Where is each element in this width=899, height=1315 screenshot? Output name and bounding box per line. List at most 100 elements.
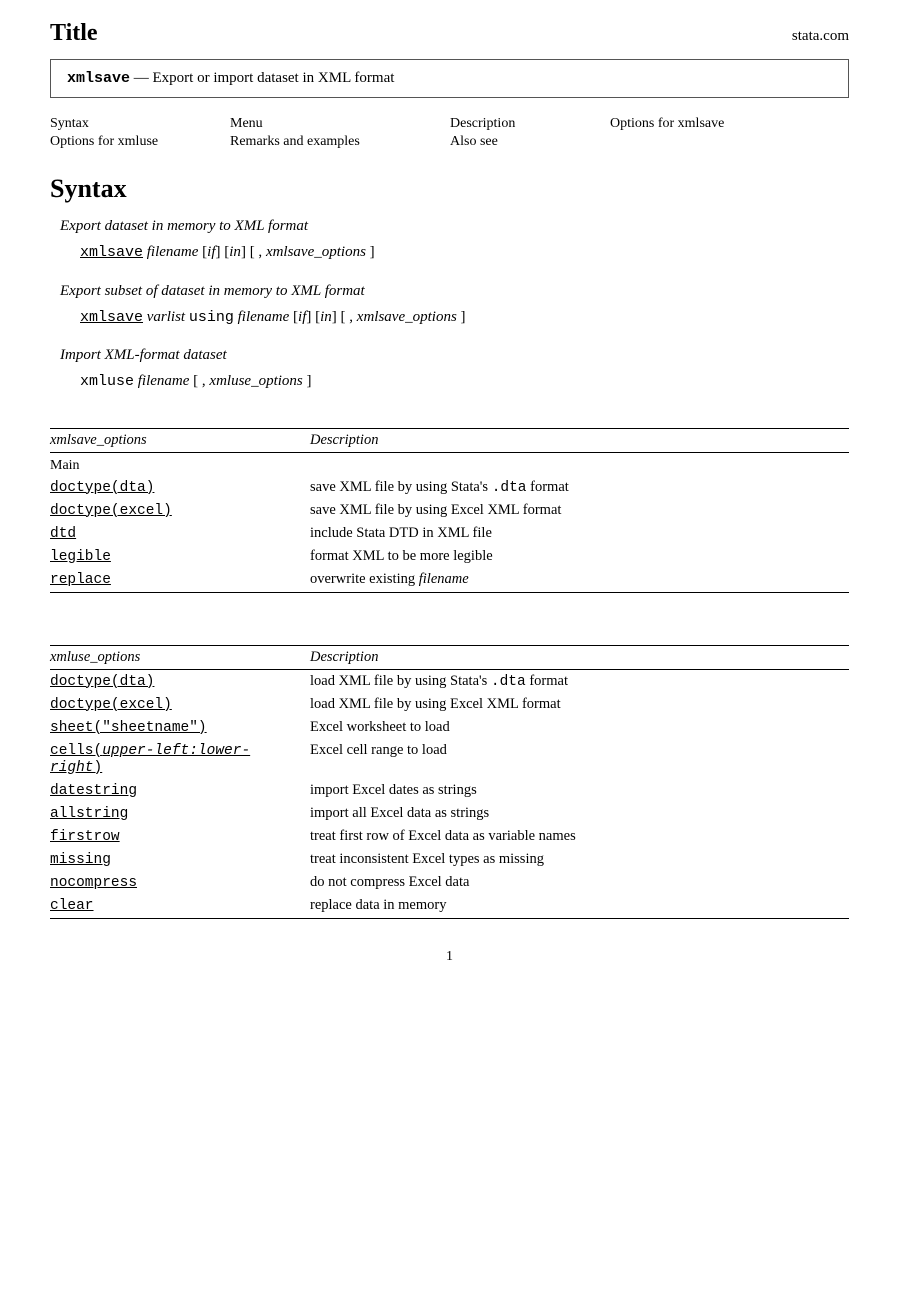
section-heading-syntax: Syntax xyxy=(50,174,849,204)
nav-syntax[interactable]: Syntax xyxy=(50,116,230,132)
nav-also-see[interactable]: Also see xyxy=(450,134,610,150)
xmluse-option-2: doctype(excel) xyxy=(50,693,310,716)
xmlsave-option-2: doctype(excel) xyxy=(50,499,310,522)
xmlsave-desc-4: format XML to be more legible xyxy=(310,545,849,568)
xmluse-desc-5: import Excel dates as strings xyxy=(310,779,849,802)
xmlsave-options-table: xmlsave_options Description Main doctype… xyxy=(50,428,849,593)
using-2: using xyxy=(189,309,234,326)
xmluse-option-4: cells(upper-left:lower-right) xyxy=(50,739,310,779)
nav-remarks[interactable]: Remarks and examples xyxy=(230,134,450,150)
xmluse-desc-6: import all Excel data as strings xyxy=(310,802,849,825)
bracket-close-3: ] xyxy=(307,373,312,389)
xmlsave-row-1: doctype(dta) save XML file by using Stat… xyxy=(50,476,849,499)
xmluse-option-10: clear xyxy=(50,894,310,919)
xmluse-desc-4: Excel cell range to load xyxy=(310,739,849,779)
xmluse-option-8: missing xyxy=(50,848,310,871)
xmluse-desc-7: treat first row of Excel data as variabl… xyxy=(310,825,849,848)
in-1: in xyxy=(229,244,241,260)
bracket-comma-3: [ , xyxy=(193,373,209,389)
in-2: in xyxy=(320,309,332,325)
page-header: Title stata.com xyxy=(50,20,849,47)
syntax-line-1: xmlsave filename [if] [in] [ , xmlsave_o… xyxy=(80,241,849,265)
comma-2: [ , xyxy=(341,309,357,325)
nav-options-xmluse[interactable]: Options for xmluse xyxy=(50,134,230,150)
xmluse-col2-header: Description xyxy=(310,645,849,669)
bracket-if-1-close: ] xyxy=(216,244,221,260)
xmlsave-section-label: Main xyxy=(50,452,310,476)
syntax-label-1: Export dataset in memory to XML format xyxy=(60,218,849,235)
bracket-if-2-close: ] xyxy=(306,309,311,325)
command-name: xmlsave xyxy=(67,70,130,87)
xmluse-option-3: sheet("sheetname") xyxy=(50,716,310,739)
xmlsave-option-1: doctype(dta) xyxy=(50,476,310,499)
xmluse-options-table: xmluse_options Description doctype(dta) … xyxy=(50,645,849,919)
nav-links: Syntax Menu Description Options for xmls… xyxy=(50,116,849,150)
xmluse-desc-1: load XML file by using Stata's .dta form… xyxy=(310,669,849,693)
xmlsave-desc-5: overwrite existing filename xyxy=(310,568,849,593)
spacer-1 xyxy=(50,412,849,428)
if-1: if xyxy=(207,244,215,260)
xmluse-options-3: xmluse_options xyxy=(209,373,302,389)
xmluse-option-1: doctype(dta) xyxy=(50,669,310,693)
xmluse-row-7: firstrow treat first row of Excel data a… xyxy=(50,825,849,848)
syntax-block-1: Export dataset in memory to XML format x… xyxy=(50,218,849,265)
xmluse-col1-header: xmluse_options xyxy=(50,645,310,669)
xmlsave-row-3: dtd include Stata DTD in XML file xyxy=(50,522,849,545)
syntax-label-2: Export subset of dataset in memory to XM… xyxy=(60,283,849,300)
xmlsave-option-4: legible xyxy=(50,545,310,568)
syntax-block-2: Export subset of dataset in memory to XM… xyxy=(50,283,849,330)
xmluse-row-2: doctype(excel) load XML file by using Ex… xyxy=(50,693,849,716)
xmluse-row-5: datestring import Excel dates as strings xyxy=(50,779,849,802)
bracket-in-2-close: ] xyxy=(332,309,337,325)
nav-menu[interactable]: Menu xyxy=(230,116,450,132)
spacer-3 xyxy=(50,629,849,645)
nav-options-xmlsave[interactable]: Options for xmlsave xyxy=(610,116,810,132)
page-title: Title xyxy=(50,20,98,47)
varlist-2: varlist xyxy=(147,309,189,325)
xmlsave-col1-header: xmlsave_options xyxy=(50,428,310,452)
syntax-block-3: Import XML-format dataset xmluse filenam… xyxy=(50,347,849,394)
xmlsave-options-2: xmlsave_options xyxy=(357,309,457,325)
xmluse-row-3: sheet("sheetname") Excel worksheet to lo… xyxy=(50,716,849,739)
xmluse-option-6: allstring xyxy=(50,802,310,825)
xmluse-row-9: nocompress do not compress Excel data xyxy=(50,871,849,894)
page: Title stata.com xmlsave — Export or impo… xyxy=(0,0,899,1315)
xmlsave-row-4: legible format XML to be more legible xyxy=(50,545,849,568)
xmluse-option-7: firstrow xyxy=(50,825,310,848)
xmluse-row-1: doctype(dta) load XML file by using Stat… xyxy=(50,669,849,693)
filename-1: filename xyxy=(147,244,202,260)
xmluse-desc-8: treat inconsistent Excel types as missin… xyxy=(310,848,849,871)
xmlsave-cmd-2: xmlsave xyxy=(80,309,143,326)
bracket-in-1-close: ] xyxy=(241,244,246,260)
xmlsave-col2-header: Description xyxy=(310,428,849,452)
xmluse-row-10: clear replace data in memory xyxy=(50,894,849,919)
xmlsave-cmd-1: xmlsave xyxy=(80,244,143,261)
xmlsave-option-5: replace xyxy=(50,568,310,593)
xmluse-row-4: cells(upper-left:lower-right) Excel cell… xyxy=(50,739,849,779)
syntax-line-2: xmlsave varlist using filename [if] [in]… xyxy=(80,306,849,330)
xmluse-row-6: allstring import all Excel data as strin… xyxy=(50,802,849,825)
page-number: 1 xyxy=(50,949,849,965)
bracket-close-2: ] xyxy=(461,309,466,325)
nav-empty xyxy=(610,134,810,150)
comma-1: [ , xyxy=(250,244,266,260)
xmluse-option-9: nocompress xyxy=(50,871,310,894)
filename-3: filename xyxy=(138,373,193,389)
command-separator: — xyxy=(130,70,153,86)
spacer-2 xyxy=(50,613,849,629)
nav-description[interactable]: Description xyxy=(450,116,610,132)
xmluse-desc-10: replace data in memory xyxy=(310,894,849,919)
syntax-line-3: xmluse filename [ , xmluse_options ] xyxy=(80,370,849,394)
xmlsave-option-3: dtd xyxy=(50,522,310,545)
xmlsave-desc-3: include Stata DTD in XML file xyxy=(310,522,849,545)
syntax-label-3: Import XML-format dataset xyxy=(60,347,849,364)
xmluse-option-5: datestring xyxy=(50,779,310,802)
filename-2: filename xyxy=(238,309,293,325)
command-description: Export or import dataset in XML format xyxy=(153,70,395,86)
xmluse-desc-9: do not compress Excel data xyxy=(310,871,849,894)
xmluse-desc-2: load XML file by using Excel XML format xyxy=(310,693,849,716)
xmlsave-options-1: xmlsave_options xyxy=(266,244,366,260)
bracket-close-1: ] xyxy=(370,244,375,260)
command-box: xmlsave — Export or import dataset in XM… xyxy=(50,59,849,98)
xmlsave-section-main: Main xyxy=(50,452,849,476)
